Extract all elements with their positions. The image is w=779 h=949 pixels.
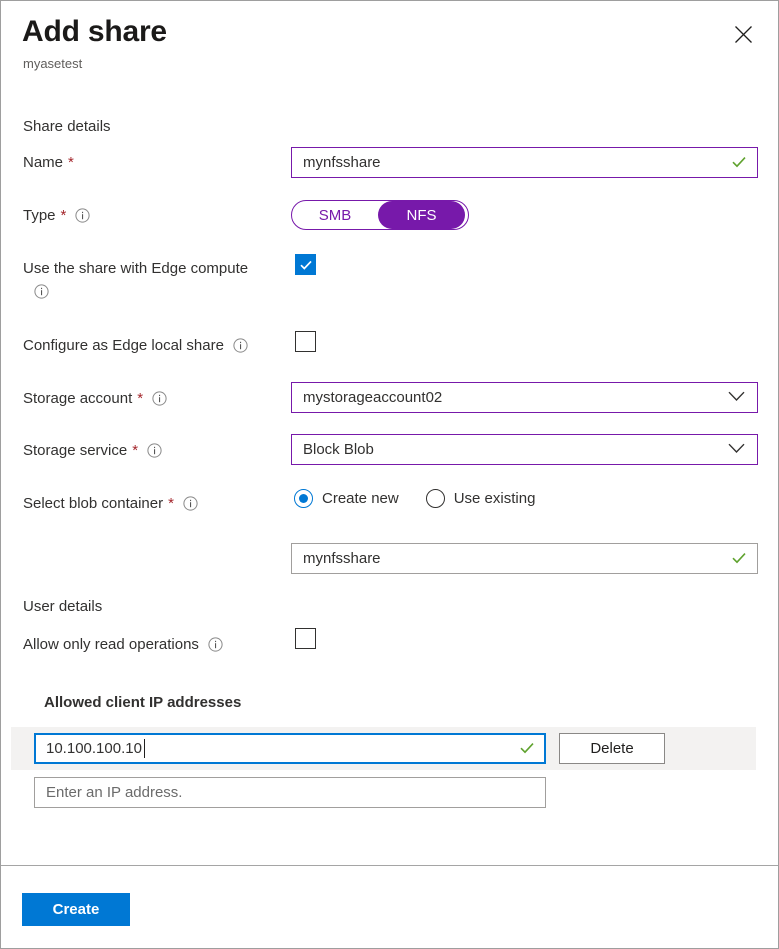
blob-container-radio-group: Create new Use existing <box>294 489 535 508</box>
page-title: Add share <box>22 13 167 51</box>
storage-service-value: Block Blob <box>303 441 728 458</box>
add-share-panel: Add share myasetest Share details Name *… <box>0 0 779 949</box>
name-label-text: Name <box>23 152 63 173</box>
storage-account-dropdown[interactable]: mystorageaccount02 <box>291 382 758 413</box>
close-icon <box>734 25 753 44</box>
edge-local-label-text: Configure as Edge local share <box>23 335 224 356</box>
text-cursor <box>144 739 145 758</box>
chevron-down-icon <box>728 441 745 458</box>
info-icon[interactable] <box>75 208 90 223</box>
blob-container-label-text: Select blob container <box>23 493 163 514</box>
radio-use-existing[interactable]: Use existing <box>426 489 536 508</box>
edge-local-label: Configure as Edge local share <box>23 335 248 356</box>
read-only-label: Allow only read operations <box>23 634 223 655</box>
type-label-text: Type <box>23 205 56 226</box>
create-button[interactable]: Create <box>22 893 130 926</box>
storage-service-label: Storage service * <box>23 440 162 461</box>
name-label: Name * <box>23 152 74 173</box>
edge-compute-label-text: Use the share with Edge compute <box>23 258 248 279</box>
close-button[interactable] <box>726 17 760 51</box>
name-input[interactable] <box>291 147 758 178</box>
radio-create-new[interactable]: Create new <box>294 489 399 508</box>
new-ip-address-input[interactable] <box>34 777 546 808</box>
read-only-label-text: Allow only read operations <box>23 634 199 655</box>
info-icon[interactable] <box>183 496 198 511</box>
storage-service-dropdown[interactable]: Block Blob <box>291 434 758 465</box>
chevron-down-icon <box>728 389 745 406</box>
section-share-details: Share details <box>23 117 111 137</box>
type-label: Type * <box>23 205 90 226</box>
footer-divider <box>1 865 778 866</box>
info-icon[interactable] <box>208 637 223 652</box>
storage-account-value: mystorageaccount02 <box>303 389 728 406</box>
ip-table-heading: Allowed client IP addresses <box>44 693 241 713</box>
radio-selected-icon <box>294 489 313 508</box>
blob-container-label: Select blob container * <box>23 493 198 514</box>
name-required-asterisk: * <box>68 152 74 173</box>
info-icon[interactable] <box>34 284 49 299</box>
info-icon[interactable] <box>152 391 167 406</box>
ip-address-input[interactable] <box>34 733 546 764</box>
info-icon[interactable] <box>233 338 248 353</box>
edge-compute-checkbox[interactable] <box>295 254 316 275</box>
edge-compute-label: Use the share with Edge compute <box>23 258 248 279</box>
storage-account-label-text: Storage account <box>23 388 132 409</box>
radio-create-new-label: Create new <box>322 490 399 507</box>
blob-container-required-asterisk: * <box>168 493 174 514</box>
radio-unselected-icon <box>426 489 445 508</box>
type-required-asterisk: * <box>61 205 67 226</box>
type-option-smb[interactable]: SMB <box>292 201 378 229</box>
checkmark-icon <box>299 258 313 272</box>
storage-account-label: Storage account * <box>23 388 167 409</box>
storage-service-label-text: Storage service <box>23 440 127 461</box>
edge-local-checkbox[interactable] <box>295 331 316 352</box>
page-subtitle: myasetest <box>23 55 82 73</box>
section-user-details: User details <box>23 597 102 617</box>
info-icon[interactable] <box>147 443 162 458</box>
read-only-checkbox[interactable] <box>295 628 316 649</box>
storage-account-required-asterisk: * <box>137 388 143 409</box>
blob-container-name-input[interactable] <box>291 543 758 574</box>
delete-ip-button[interactable]: Delete <box>559 733 665 764</box>
storage-service-required-asterisk: * <box>132 440 138 461</box>
type-option-nfs[interactable]: NFS <box>378 201 465 229</box>
radio-use-existing-label: Use existing <box>454 490 536 507</box>
type-toggle[interactable]: SMB NFS <box>291 200 469 230</box>
